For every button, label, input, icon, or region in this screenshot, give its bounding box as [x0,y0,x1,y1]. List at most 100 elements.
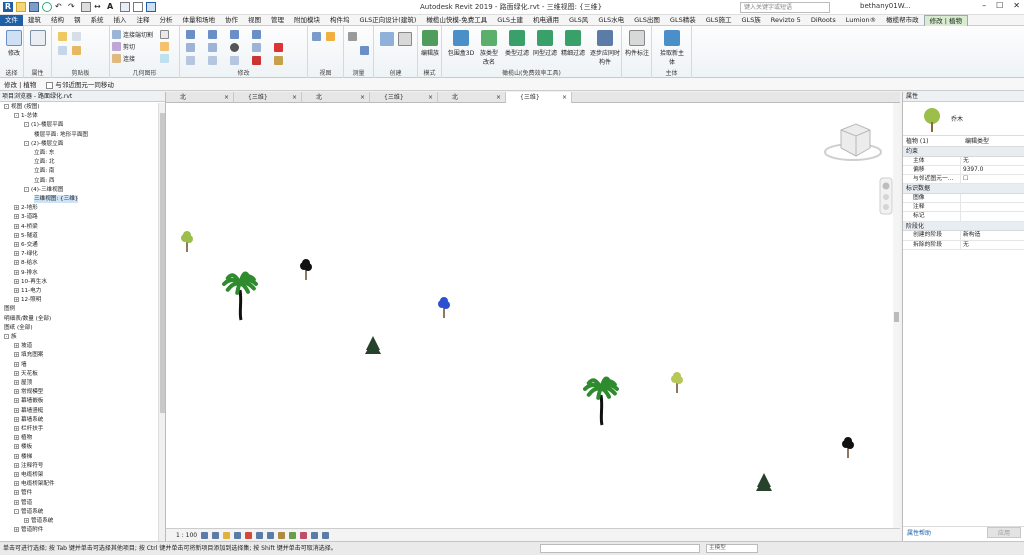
view-tab[interactable]: 北 × [302,92,370,103]
connect-cut-icon[interactable] [112,30,121,39]
tree-item[interactable]: + 电缆桥架 [14,471,43,479]
reveal-hidden-icon[interactable] [300,531,308,539]
expand-icon[interactable]: + [14,297,19,303]
section-icon[interactable] [133,2,143,12]
tree-item[interactable]: 立面: 北 [34,158,54,166]
paste-icon[interactable] [58,32,67,41]
view-tab[interactable]: {三维} × [234,92,302,103]
user-account[interactable]: bethany01W... [860,2,911,10]
ribbon-tab[interactable]: 分析 [155,15,178,26]
round-tree[interactable] [671,372,683,393]
close-view-icon[interactable]: × [428,92,433,103]
ribbon-tab[interactable]: 建筑 [23,15,46,26]
expand-icon[interactable]: + [14,527,19,533]
expand-icon[interactable]: + [14,251,19,257]
viewport-scroll-thumb[interactable] [894,312,899,322]
expand-icon[interactable]: + [14,462,19,468]
tree-item[interactable]: + 天花板 [14,370,38,378]
round-tree[interactable] [842,437,854,458]
collapse-icon[interactable]: - [14,113,19,119]
expand-icon[interactable]: + [14,416,19,422]
paint-icon[interactable] [160,42,169,51]
tree-item[interactable]: +8-给水 [14,259,38,267]
ribbon-tab[interactable]: GLS水电 [593,15,629,26]
expand-icon[interactable]: + [14,490,19,496]
expand-icon[interactable]: + [14,472,19,477]
collapse-icon[interactable]: - [14,508,19,514]
collapse-icon[interactable]: - [24,186,29,192]
scene-canvas[interactable] [166,103,900,528]
ribbon-tab[interactable]: Lumion® [841,15,881,26]
highlight-displacement-icon[interactable] [322,531,330,539]
tree-item[interactable]: 楼层平面: 地形平面图 [34,131,88,139]
tree-item[interactable]: 图例 [4,305,15,313]
category-filter-button[interactable]: 类型过滤 [504,30,530,57]
expand-icon[interactable]: + [14,242,19,247]
view-tab[interactable]: {三维} × [506,92,572,103]
ribbon-tab[interactable]: 机电通用 [528,15,564,26]
undo-icon[interactable]: ↶ [55,2,65,12]
crop-view-icon[interactable] [256,531,264,539]
property-group-header[interactable]: 阶段化 [903,221,1024,232]
split-face-icon[interactable] [160,54,169,63]
close-view-icon[interactable]: × [562,92,567,103]
ribbon-tab[interactable]: 橄榄帮市政 [881,15,924,26]
sun-path-icon[interactable] [223,531,231,539]
ribbon-tab[interactable]: GLS风 [564,15,593,26]
pin-icon[interactable] [252,56,261,65]
ribbon-tab[interactable]: 视图 [243,15,266,26]
cut-clipboard-icon[interactable] [58,46,67,55]
text-icon[interactable]: A [107,2,117,12]
dimension-icon[interactable] [360,46,369,55]
exact-filter-button[interactable]: 精细过滤 [560,30,586,57]
instance-filter[interactable]: 植物 (1) 编辑类型 [903,136,1024,147]
family-rename-button[interactable]: 族类型改名 [478,30,500,66]
tree-item[interactable]: + 幕墙嵌板 [14,397,43,405]
close-view-icon[interactable]: × [292,92,297,103]
tree-item[interactable]: + 常规模型 [14,388,43,396]
lock-view-icon[interactable] [278,531,286,539]
wall-join-icon[interactable] [160,30,169,39]
align-icon[interactable] [186,30,195,39]
ribbon-tab[interactable]: 协作 [220,15,243,26]
pine-tree[interactable] [756,473,772,491]
close-view-icon[interactable]: × [496,92,501,103]
expand-icon[interactable]: + [14,453,19,459]
create-group-icon[interactable] [398,32,412,46]
ribbon-tab[interactable]: GLS土建 [492,15,528,26]
connect-cut-label[interactable]: 连接端切割 [123,30,153,39]
temp-hide-icon[interactable] [289,531,297,539]
expand-icon[interactable]: + [24,518,29,523]
bbox3d-button[interactable]: 包围盒3D [446,30,476,57]
ribbon-tab[interactable]: GLS族 [737,15,766,26]
expand-icon[interactable]: + [14,398,19,404]
ribbon-tab[interactable]: GLS施工 [701,15,737,26]
measure-icon[interactable]: ↔ [94,2,104,12]
property-value[interactable]: 无 [961,157,1024,165]
viewcube[interactable] [824,123,882,161]
round-tree[interactable] [438,297,450,318]
tree-item[interactable]: -族 [4,333,17,341]
sync-icon[interactable] [42,2,52,12]
print-icon[interactable] [81,2,91,12]
expand-icon[interactable]: + [14,232,19,238]
ribbon-tab[interactable]: 结构 [46,15,69,26]
tree-item[interactable]: - 管道系统 [14,508,43,516]
tree-item[interactable]: + 幕墙系统 [14,416,43,424]
property-value[interactable] [961,203,1024,211]
round-tree[interactable] [300,259,312,280]
design-option-dropdown[interactable]: 主模型 [706,544,758,553]
browser-scrollbar[interactable] [158,103,165,543]
expand-icon[interactable]: + [14,278,19,284]
join-icon[interactable] [112,54,121,63]
open-icon[interactable] [16,2,26,12]
expand-icon[interactable]: + [14,407,19,413]
measure-tool-icon[interactable] [348,32,357,41]
close-view-icon[interactable]: × [224,92,229,103]
array-icon[interactable] [208,56,217,65]
ribbon-tab[interactable]: 构件坞 [325,15,355,26]
hide-icon[interactable] [312,32,321,41]
tree-item[interactable]: 明细表/数量 (全部) [4,315,51,323]
tree-item[interactable]: 三维视图: {三维} [34,195,79,203]
cut-label[interactable]: 剪切 [123,42,135,51]
